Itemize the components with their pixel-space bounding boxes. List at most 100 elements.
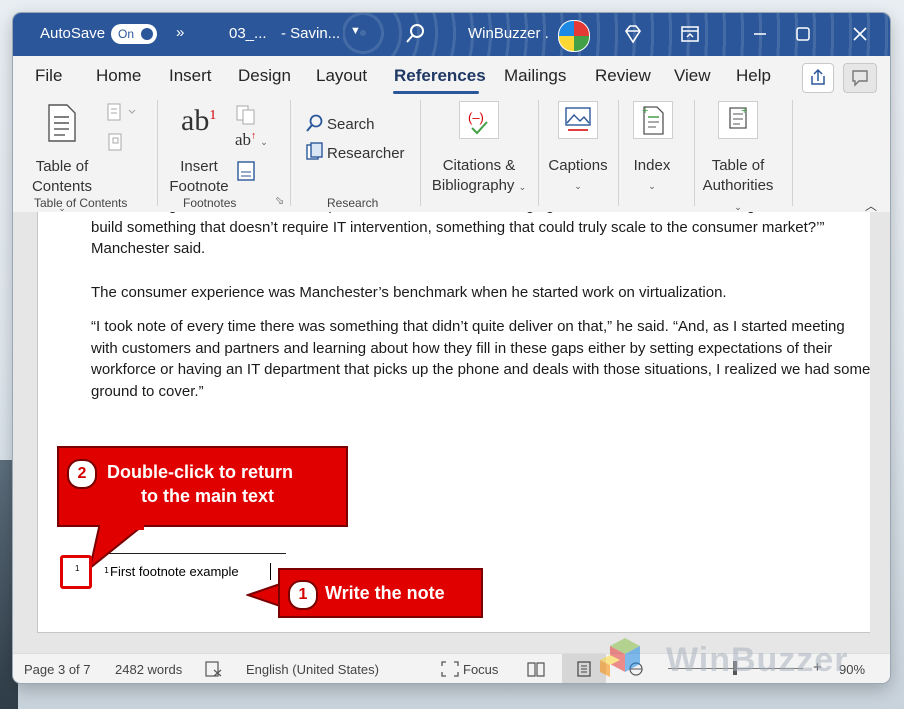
comments-button[interactable] [843,63,877,93]
body-paragraph[interactable]: The consumer experience was Manchester’s… [91,282,873,304]
group-label-toc: Table of Contents [34,196,128,210]
ribbon-tabs: File Home Insert Design Layout Reference… [13,56,890,96]
index-icon[interactable]: + [633,101,673,139]
callout-step-1: 1 Write the note [278,568,483,618]
researcher-button[interactable]: Researcher [327,144,405,164]
captions-label: Captions [548,157,608,174]
page-count[interactable]: Page 3 of 7 [24,662,91,677]
step-number-badge: 1 [288,580,318,610]
svg-text:+: + [642,105,648,117]
language-status[interactable]: English (United States) [246,662,379,677]
share-icon [811,68,825,85]
winbuzzer-watermark: WinBuzzer [590,632,880,688]
callout-pointer [246,582,281,608]
update-table-icon[interactable] [105,132,127,154]
group-separator [792,100,793,206]
insert-endnote-icon[interactable] [235,104,257,126]
callout-text-line2: to the main text [141,486,275,506]
tab-insert[interactable]: Insert [169,66,212,86]
close-icon[interactable] [846,21,874,47]
add-text-icon[interactable] [105,102,145,124]
table-of-contents-icon[interactable] [47,104,77,142]
proofing-icon[interactable] [205,661,223,677]
tab-view[interactable]: View [674,66,711,86]
read-mode-icon[interactable] [527,661,545,677]
comment-icon [852,70,868,87]
index-button[interactable]: Index ⌄ [623,156,681,196]
diamond-icon[interactable] [622,23,644,45]
group-separator [618,100,619,206]
show-notes-icon[interactable] [235,160,257,182]
group-separator [694,100,695,206]
tab-design[interactable]: Design [238,66,291,86]
next-footnote-icon[interactable]: ab↑ ⌄ [235,130,268,150]
insert-footnote-icon[interactable]: ab1 [181,104,216,138]
group-separator [538,100,539,206]
autosave-label: AutoSave [40,25,106,42]
word-count[interactable]: 2482 words [115,662,182,677]
tab-review[interactable]: Review [595,66,651,86]
body-paragraph[interactable]: “I took note of every time there was som… [91,316,873,402]
captions-icon[interactable] [558,101,598,139]
citations-bibliography-button[interactable]: Citations & Bibliography ⌄ [423,156,535,197]
svg-text:+: + [741,105,747,117]
search-button[interactable]: Search [327,115,375,135]
authorities-line1: Table of [711,157,765,174]
authorities-line2: Authorities ⌄ [702,177,774,212]
tab-home[interactable]: Home [96,66,141,86]
avatar[interactable] [558,20,590,52]
chevron-down-icon[interactable]: ▼ [350,25,361,37]
user-name[interactable]: WinBuzzer . [468,25,549,42]
callout-text: Write the note [325,583,445,603]
footnote-number-highlight: 1 [60,555,92,589]
tab-mailings[interactable]: Mailings [504,66,566,86]
table-of-authorities-icon[interactable]: + [718,101,758,139]
insert-footnote-line2: Footnote [169,178,229,195]
autosave-state: On [118,27,135,41]
watermark-text: WinBuzzer [666,641,849,679]
tab-layout[interactable]: Layout [316,66,367,86]
tab-references[interactable]: References [394,66,486,86]
save-status[interactable]: - Savin... [281,25,340,42]
callout-step-2: 2 Double-click to return to the main tex… [57,446,348,527]
tab-file[interactable]: File [35,66,62,86]
table-of-authorities-button[interactable]: Table of Authorities ⌄ [697,156,779,217]
tab-help[interactable]: Help [736,66,771,86]
group-separator [157,100,158,206]
footnote-dialog-launcher-icon[interactable]: ⬂ [275,194,284,207]
more-commands-icon[interactable]: » [176,24,184,41]
ribbon: Table of Contents ⌄ Table of Contents ab… [13,96,890,213]
citations-line2: Bibliography ⌄ [431,177,527,194]
index-label: Index [633,157,671,174]
maximize-icon[interactable] [789,21,817,47]
footnote-number-marker: 1 [75,564,80,573]
researcher-icon[interactable] [305,142,325,162]
focus-button[interactable]: Focus [463,662,498,677]
callout-joint [100,522,144,530]
share-button[interactable] [802,63,834,93]
group-label-research: Research [327,196,379,210]
minimize-icon[interactable] [746,21,774,47]
body-paragraph[interactable]: audience – gamers – lacks an IT departme… [91,212,873,260]
toggle-knob [141,28,153,40]
captions-dropdown-icon: ⌄ [574,181,582,191]
step-number-badge: 2 [67,459,97,489]
search-icon[interactable] [405,22,427,44]
search-icon[interactable] [305,113,325,133]
toc-label-line1: Table of [35,158,89,175]
group-separator [290,100,291,206]
insert-footnote-line1: Insert [180,158,218,175]
document-name[interactable]: 03_... [229,25,267,42]
citations-icon[interactable]: (–) [459,101,499,139]
restore-window-icon[interactable] [676,21,704,47]
insert-footnote-button[interactable]: Insert Footnote [169,157,229,197]
citations-line1: Citations & [442,157,516,174]
focus-icon[interactable] [441,661,459,677]
active-tab-indicator [393,91,479,94]
captions-button[interactable]: Captions ⌄ [543,156,613,196]
callout-text-line1: Double-click to return [107,462,294,482]
index-dropdown-icon: ⌄ [648,181,656,191]
title-bar: AutoSave On » 03_... - Savin... ▼ WinBuz… [13,13,890,56]
autosave-toggle[interactable]: On [111,24,157,44]
group-separator [420,100,421,206]
